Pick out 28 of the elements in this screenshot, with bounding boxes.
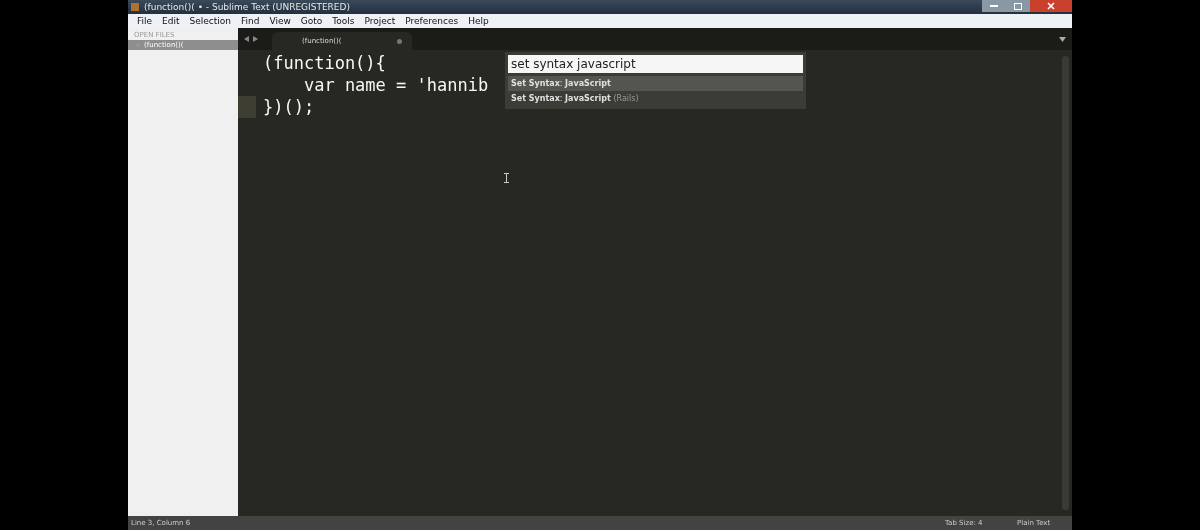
- code-line: })();: [263, 96, 315, 118]
- menu-item[interactable]: Tools: [327, 16, 360, 26]
- menu-item[interactable]: Edit: [157, 16, 185, 26]
- menu-item[interactable]: View: [264, 16, 296, 26]
- menu-item[interactable]: File: [132, 16, 158, 26]
- minimize-button[interactable]: [982, 0, 1006, 12]
- close-button[interactable]: [1030, 0, 1072, 12]
- menu-item[interactable]: Goto: [295, 16, 328, 26]
- command-item[interactable]: Set Syntax: JavaScript: [508, 76, 803, 91]
- menu-item[interactable]: Project: [359, 16, 401, 26]
- close-icon: [1047, 2, 1055, 10]
- app-icon: [131, 3, 139, 11]
- text-cursor-icon: [504, 173, 509, 183]
- forward-arrow-icon[interactable]: [253, 36, 258, 42]
- command-item[interactable]: Set Syntax: JavaScript (Rails): [508, 91, 803, 106]
- code-line: var name = 'hannib: [302, 74, 489, 96]
- minimize-icon: [990, 4, 998, 8]
- window-title: (function()( • - Sublime Text (UNREGISTERED): [144, 2, 351, 12]
- code-line: (function(){: [263, 52, 386, 74]
- menu-item[interactable]: Selection: [184, 16, 236, 26]
- menu-item[interactable]: Preferences: [400, 16, 464, 26]
- back-arrow-icon[interactable]: [244, 36, 249, 42]
- dropdown-caret-icon[interactable]: [1059, 36, 1066, 42]
- maximize-button[interactable]: [1006, 0, 1030, 12]
- menu-item[interactable]: Find: [236, 16, 265, 26]
- command-input-field[interactable]: set syntax javascript: [508, 55, 803, 73]
- menu-item[interactable]: Help: [463, 16, 494, 26]
- maximize-icon: [1014, 2, 1022, 10]
